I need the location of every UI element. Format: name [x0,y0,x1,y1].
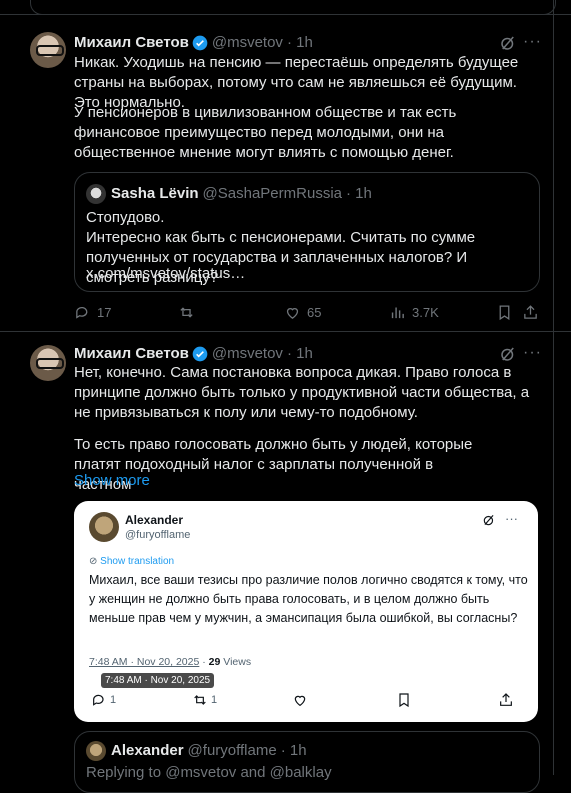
repost-button[interactable] [178,304,201,321]
card-author: Alexander [125,513,184,527]
quote-text: Стопудово. [86,209,165,226]
reply-button[interactable]: 17 [74,304,111,321]
quote-handle: @furyofflame [187,742,277,759]
author-handle[interactable]: @msvetov [212,345,283,362]
card-repost-count: 1 [211,694,218,706]
grok-icon[interactable] [499,345,517,363]
like-count: 65 [307,305,322,320]
card-reply: 1 [91,692,116,708]
post-text-paragraph: Нет, конечно. Сама постановка вопроса ди… [74,364,530,421]
card-text: Михаил, все ваши тезисы про различие пол… [89,573,528,625]
more-options-icon[interactable]: ··· [523,344,542,362]
divider [0,14,571,15]
views-count: 3.7K [412,305,439,320]
card-reply-count: 1 [110,694,117,706]
card-bookmark-icon [399,693,409,708]
card-timestamp: 7:48 AM · Nov 20, 2025 [89,656,200,668]
post-time[interactable]: · 1h [287,345,313,362]
previous-post-fragment [30,0,556,15]
replying-to-text: Replying to @msvetov and @balklay [86,764,332,781]
show-translation-label: Show translation [100,556,175,567]
quote-author: Sasha Lëvin [111,185,199,202]
grok-icon[interactable] [499,34,517,52]
verified-badge-icon [192,346,208,361]
divider [0,331,571,332]
quoted-post[interactable] [74,731,540,793]
card-share-icon [500,693,512,706]
timestamp-tooltip: 7:48 AM · Nov 20, 2025 [101,673,215,688]
card-reply-icon [93,694,104,706]
reply-icon [76,306,88,319]
author-name[interactable]: Михаил Светов [74,34,189,51]
views-icon [391,307,404,319]
avatar[interactable] [30,32,66,68]
card-meta: 7:48 AM · Nov 20, 2025 · 29 Views [89,656,251,668]
bookmark-button[interactable] [496,304,519,321]
post-time[interactable]: · 1h [287,34,313,51]
verified-badge-icon [192,35,208,50]
avatar[interactable] [30,345,66,381]
quote-avatar [86,184,106,204]
author-handle[interactable]: @msvetov [212,34,283,51]
timeline-border [553,0,554,775]
repost-icon [180,307,193,318]
share-icon [524,305,537,319]
card-more-icon: ··· [505,511,518,526]
post-text-paragraph: У пенсионеров в цивилизованном обществе … [74,104,457,161]
card-repost-icon [194,695,206,705]
quote-author: Alexander [111,742,184,759]
show-more-link[interactable]: Show more [74,471,150,491]
card-repost: 1 [192,692,217,708]
quote-handle: @SashaPermRussia [202,185,342,202]
embedded-tweet-image[interactable]: Alexander @furyofflame ··· ⊘ Show transl… [74,501,538,722]
quote-time: · 1h [280,742,307,759]
card-grok-icon [483,514,494,526]
card-handle: @furyofflame [125,529,191,541]
card-views-count: 29 [208,656,221,668]
show-translation-link: ⊘ Show translation [89,556,174,567]
quote-avatar [86,741,106,761]
heart-icon [286,308,299,319]
translate-icon: ⊘ [89,556,98,567]
card-heart-icon [294,695,306,707]
card-sep: · [199,656,209,668]
author-name[interactable]: Михаил Светов [74,345,189,362]
more-options-icon[interactable]: ··· [523,33,542,51]
views-button[interactable]: 3.7K [389,304,439,321]
card-views-label: Views [220,656,252,668]
like-button[interactable]: 65 [284,304,321,321]
card-avatar [89,512,119,542]
share-button[interactable] [522,304,545,321]
bookmark-icon [499,305,510,321]
quote-time: · 1h [346,185,372,202]
reply-count: 17 [97,305,112,320]
quote-link: x.com/msvetov/status… [86,265,246,282]
